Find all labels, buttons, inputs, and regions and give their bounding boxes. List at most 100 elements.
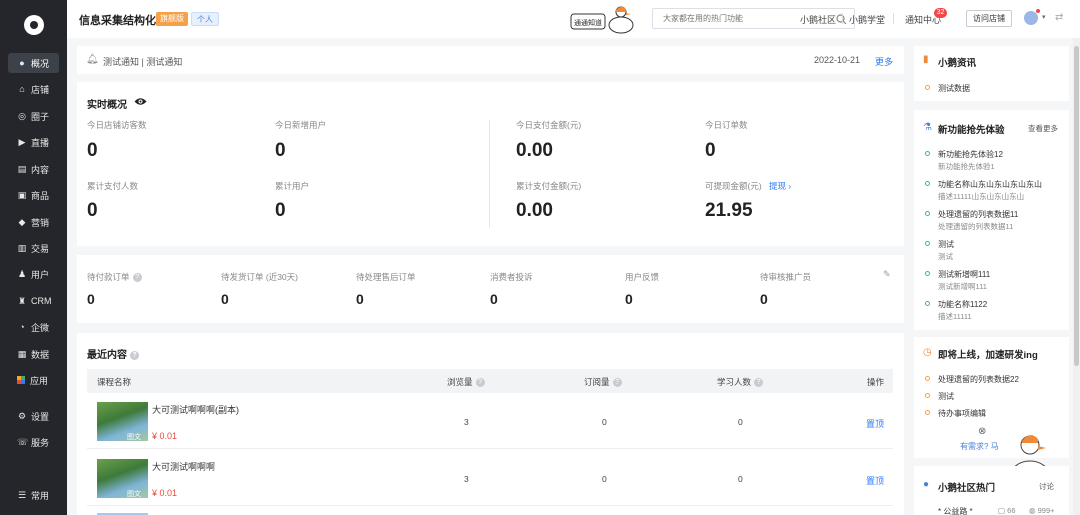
course-name[interactable]: 大可测试啊啊啊 xyxy=(152,460,215,473)
marketing-icon: ◆ xyxy=(18,216,26,227)
beta-item-title[interactable]: 处理遗留的列表数据11 xyxy=(938,209,1018,220)
top-header: 信息采集结构化 旗舰版 个人 通通知道 小鹅社区 小鹅学堂 通知中心 32 访问… xyxy=(67,0,1080,38)
bell-icon: 🔔︎ xyxy=(86,54,99,65)
sidebar-item-wecom[interactable]: ◔ 企微 xyxy=(8,317,59,337)
view-more-link[interactable]: 查看更多 xyxy=(1028,123,1058,134)
visit-store-button[interactable]: 访问店铺 xyxy=(966,10,1012,27)
help-icon[interactable]: ? xyxy=(132,273,142,283)
content-type-tag: 图文 xyxy=(127,491,141,498)
beta-item-title[interactable]: 功能名称1122 xyxy=(938,299,987,310)
upcoming-item[interactable]: 处理遗留的列表数据22 xyxy=(938,374,1019,385)
community-link[interactable]: 小鹅社区 xyxy=(800,13,836,26)
sidebar-item-marketing[interactable]: ◆ 营销 xyxy=(8,212,59,232)
notice-text[interactable]: 测试通知 | 测试通知 xyxy=(103,55,182,68)
edit-icon[interactable]: ✎ xyxy=(883,269,891,280)
page-scrollbar[interactable] xyxy=(1073,38,1080,515)
sidebar-item-service[interactable]: ☏ 服务 xyxy=(8,432,59,452)
sidebar-item-users[interactable]: ♟ 用户 xyxy=(8,264,59,284)
community-discuss-label[interactable]: 讨论 xyxy=(1039,481,1054,492)
table-row[interactable]: 图文 大可测试啊啊啊(副本) ¥ 0.01 3 0 0 置顶 xyxy=(87,393,893,449)
circle-icon: ◎ xyxy=(18,110,26,121)
bullet-icon xyxy=(925,151,930,156)
help-icon[interactable]: ? xyxy=(754,378,764,388)
sidebar-item-transactions[interactable]: ▥ 交易 xyxy=(8,238,59,258)
course-name[interactable]: 大可测试啊啊啊(副本) xyxy=(152,403,239,416)
sidebar-item-label: 直播 xyxy=(31,137,50,148)
stat-label: 今日店铺访客数 xyxy=(87,120,147,130)
column-header[interactable]: 订阅量? xyxy=(584,376,622,388)
sidebar-item-products[interactable]: ▣ 商品 xyxy=(8,185,59,205)
bullet-icon xyxy=(925,85,930,90)
beta-item-title[interactable]: 测试 xyxy=(938,239,954,250)
users-icon: ♟ xyxy=(17,268,27,279)
sidebar-item-label: 用户 xyxy=(31,269,50,280)
sidebar-item-frequent[interactable]: ☰ 常用 xyxy=(8,485,59,505)
table-row[interactable]: 图文 大可测试啊啊啊 ¥ 0.01 3 0 0 置顶 xyxy=(87,450,893,506)
pin-to-top-button[interactable]: 置顶 xyxy=(866,474,884,487)
pending-label: 用户反馈 xyxy=(625,272,660,282)
feature-request-link[interactable]: 有需求? 马 xyxy=(960,441,999,452)
avatar[interactable] xyxy=(1024,11,1038,25)
community-hot-card: ● 小鹅社区热门 讨论 * 公益路 * ▢ 66 ◍ 999+ xyxy=(914,466,1069,515)
beta-item-title[interactable]: 功能名称山东山东山东山东山 xyxy=(938,179,1042,190)
help-icon[interactable]: ? xyxy=(130,350,139,360)
beta-item-desc: 测试新增啊111 xyxy=(938,282,987,291)
column-header[interactable]: 学习人数? xyxy=(717,376,764,388)
news-item[interactable]: 测试数据 xyxy=(938,83,970,94)
header-divider xyxy=(842,13,843,24)
community-post-title[interactable]: * 公益路 * xyxy=(938,506,973,515)
pending-value[interactable]: 0 xyxy=(356,291,364,307)
academy-link[interactable]: 小鹅学堂 xyxy=(849,13,885,26)
products-icon: ▣ xyxy=(17,189,27,200)
sidebar-item-settings[interactable]: ⚙ 设置 xyxy=(8,406,59,426)
upcoming-item[interactable]: 待办事项编辑 xyxy=(938,408,986,419)
news-card: ▮ 小鹅资讯 测试数据 xyxy=(914,46,1069,101)
scrollbar-thumb[interactable] xyxy=(1074,46,1079,366)
withdraw-link[interactable]: 提现 › xyxy=(769,180,791,192)
account-type-badge: 个人 xyxy=(191,12,219,26)
course-thumbnail[interactable]: 图文 xyxy=(97,459,148,498)
column-header[interactable]: 浏览量? xyxy=(447,376,485,388)
beta-item-title[interactable]: 新功能抢先体验12 xyxy=(938,149,1003,160)
chevron-down-icon[interactable]: ▾ xyxy=(1042,13,1046,21)
sidebar-item-circle[interactable]: ◎ 圈子 xyxy=(8,106,59,126)
pending-value[interactable]: 0 xyxy=(87,291,95,307)
beta-item-title[interactable]: 测试新增啊111 xyxy=(938,269,990,280)
notice-more-link[interactable]: 更多 xyxy=(875,55,893,68)
sidebar-item-live[interactable]: ▶ 直播 xyxy=(8,132,59,152)
comment-count: ▢ 66 xyxy=(998,506,1016,515)
help-icon[interactable]: ? xyxy=(612,378,622,388)
beta-item-desc: 测试 xyxy=(938,252,953,261)
course-thumbnail[interactable]: 图文 xyxy=(97,402,148,441)
stat-value: 0.00 xyxy=(516,200,553,221)
data-icon: ▦ xyxy=(17,348,27,359)
sidebar-item-label: 店铺 xyxy=(31,84,50,95)
help-icon[interactable]: ? xyxy=(475,378,485,388)
app-logo[interactable] xyxy=(24,15,44,35)
pending-value[interactable]: 0 xyxy=(490,291,498,307)
goose-mascot-banner[interactable]: 通通知道 xyxy=(569,3,639,35)
pin-to-top-button[interactable]: 置顶 xyxy=(866,417,884,430)
stat-label: 可提现金额(元) xyxy=(705,181,762,191)
sidebar-item-label: 概况 xyxy=(31,58,50,69)
sidebar-item-crm[interactable]: ♜ CRM xyxy=(8,291,59,311)
pending-label: 待处理售后订单 xyxy=(356,272,416,282)
eye-icon[interactable] xyxy=(134,97,147,106)
section-title: 最近内容? xyxy=(87,346,139,361)
sidebar-item-label: 圈子 xyxy=(31,111,50,122)
pending-value[interactable]: 0 xyxy=(760,291,768,307)
sidebar-item-data[interactable]: ▦ 数据 xyxy=(8,344,59,364)
sidebar-item-content[interactable]: ▤ 内容 xyxy=(8,159,59,179)
views-cell: 3 xyxy=(464,474,469,484)
sidebar-item-store[interactable]: ⌂ 店铺 xyxy=(8,79,59,99)
pending-value[interactable]: 0 xyxy=(625,291,633,307)
apps-icon xyxy=(17,376,25,384)
sidebar-item-overview[interactable]: ● 概况 xyxy=(8,53,59,73)
pending-value[interactable]: 0 xyxy=(221,291,229,307)
beta-features-card: ⚗ 新功能抢先体验 查看更多 新功能抢先体验12 新功能抢先体验1 功能名称山东… xyxy=(914,110,1069,330)
upcoming-item[interactable]: 测试 xyxy=(938,391,954,402)
bullet-icon xyxy=(925,393,930,398)
switch-icon[interactable]: ⇄ xyxy=(1055,12,1063,23)
close-icon[interactable]: ⊗ xyxy=(978,426,986,437)
sidebar-item-apps[interactable]: 应用 xyxy=(8,370,59,390)
